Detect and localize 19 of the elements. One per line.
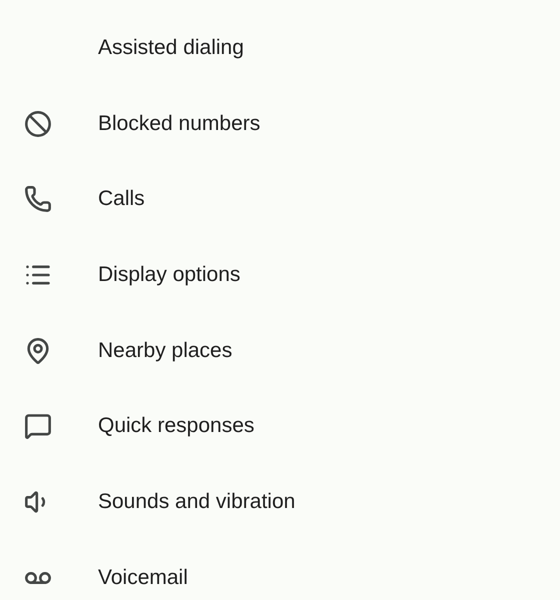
settings-item-label: Blocked numbers	[98, 112, 260, 136]
settings-item[interactable]: Sounds and vibration	[0, 464, 560, 540]
settings-item-label: Voicemail	[98, 566, 188, 590]
settings-item[interactable]: Voicemail	[0, 540, 560, 600]
settings-item[interactable]: Calls	[0, 161, 560, 238]
settings-item-label: Calls	[98, 187, 145, 212]
blocked-icon	[24, 110, 52, 138]
settings-item[interactable]: Assisted dialing	[0, 10, 560, 86]
settings-item[interactable]: Nearby places	[0, 312, 560, 388]
settings-item[interactable]: Blocked numbers	[0, 86, 560, 162]
settings-item-label: Assisted dialing	[98, 36, 244, 60]
phone-icon	[24, 185, 52, 214]
settings-item-label: Quick responses	[98, 414, 254, 438]
settings-item-label: Display options	[98, 262, 240, 287]
settings-item-label: Sounds and vibration	[98, 490, 296, 514]
settings-item-label: Nearby places	[98, 338, 232, 363]
settings-item[interactable]: Display options	[0, 237, 560, 313]
settings-item[interactable]: Quick responses	[0, 388, 560, 464]
chat-bubble-icon	[24, 412, 52, 440]
